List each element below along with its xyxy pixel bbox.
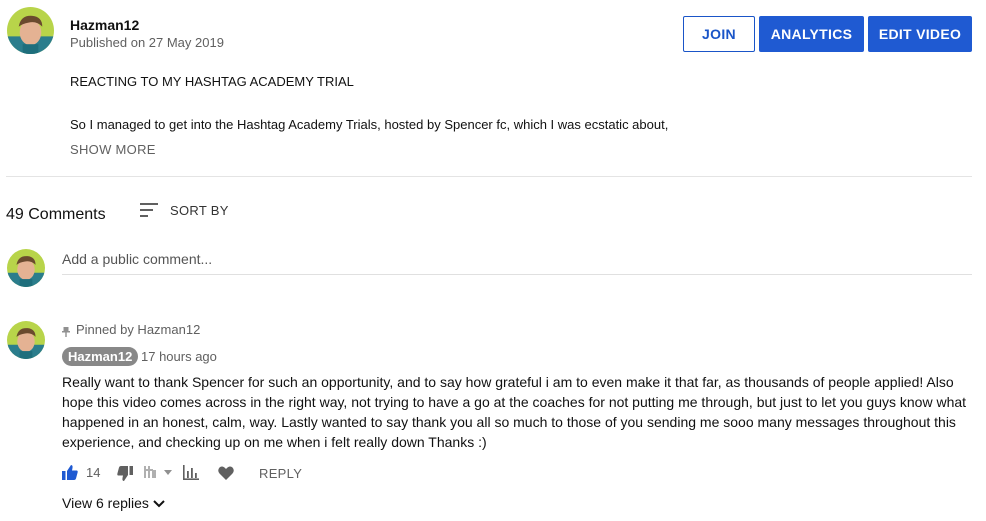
show-more-button[interactable]: SHOW MORE: [70, 142, 156, 157]
like-count: 14: [86, 465, 101, 480]
comment-timestamp[interactable]: 17 hours ago: [141, 349, 217, 364]
pin-icon: [62, 324, 70, 342]
pinned-label: Pinned by Hazman12: [76, 322, 201, 337]
analytics-button[interactable]: ANALYTICS: [759, 16, 864, 52]
thumbs-down-icon[interactable]: [117, 466, 133, 486]
dislike-count-icon[interactable]: [144, 465, 174, 485]
comment-text: Really want to thank Spencer for such an…: [62, 374, 967, 450]
comment-author-avatar[interactable]: [7, 321, 45, 359]
sort-by-button[interactable]: SORT BY: [170, 203, 229, 218]
comment-count: 49 Comments: [6, 206, 106, 223]
heart-icon[interactable]: [218, 466, 234, 485]
chevron-down-icon: [153, 495, 165, 511]
channel-name[interactable]: Hazman12: [70, 17, 139, 33]
thumbs-up-icon[interactable]: [62, 465, 78, 485]
description-title: REACTING TO MY HASHTAG ACADEMY TRIAL: [70, 74, 354, 89]
publish-date: Published on 27 May 2019: [70, 35, 224, 50]
view-replies-button[interactable]: View 6 replies: [62, 495, 165, 511]
channel-avatar[interactable]: [7, 7, 54, 54]
view-replies-label: View 6 replies: [62, 495, 149, 511]
comment-input-underline: [62, 274, 972, 275]
divider: [6, 176, 972, 177]
user-avatar: [7, 249, 45, 287]
sort-icon[interactable]: [140, 202, 160, 223]
description-body: So I managed to get into the Hashtag Aca…: [70, 117, 669, 132]
join-button[interactable]: JOIN: [683, 16, 755, 52]
analytics-icon[interactable]: [183, 465, 199, 485]
edit-video-button[interactable]: EDIT VIDEO: [868, 16, 972, 52]
comment-author-badge[interactable]: Hazman12: [62, 347, 139, 366]
comment-input[interactable]: Add a public comment...: [62, 251, 212, 267]
reply-button[interactable]: REPLY: [259, 466, 302, 481]
